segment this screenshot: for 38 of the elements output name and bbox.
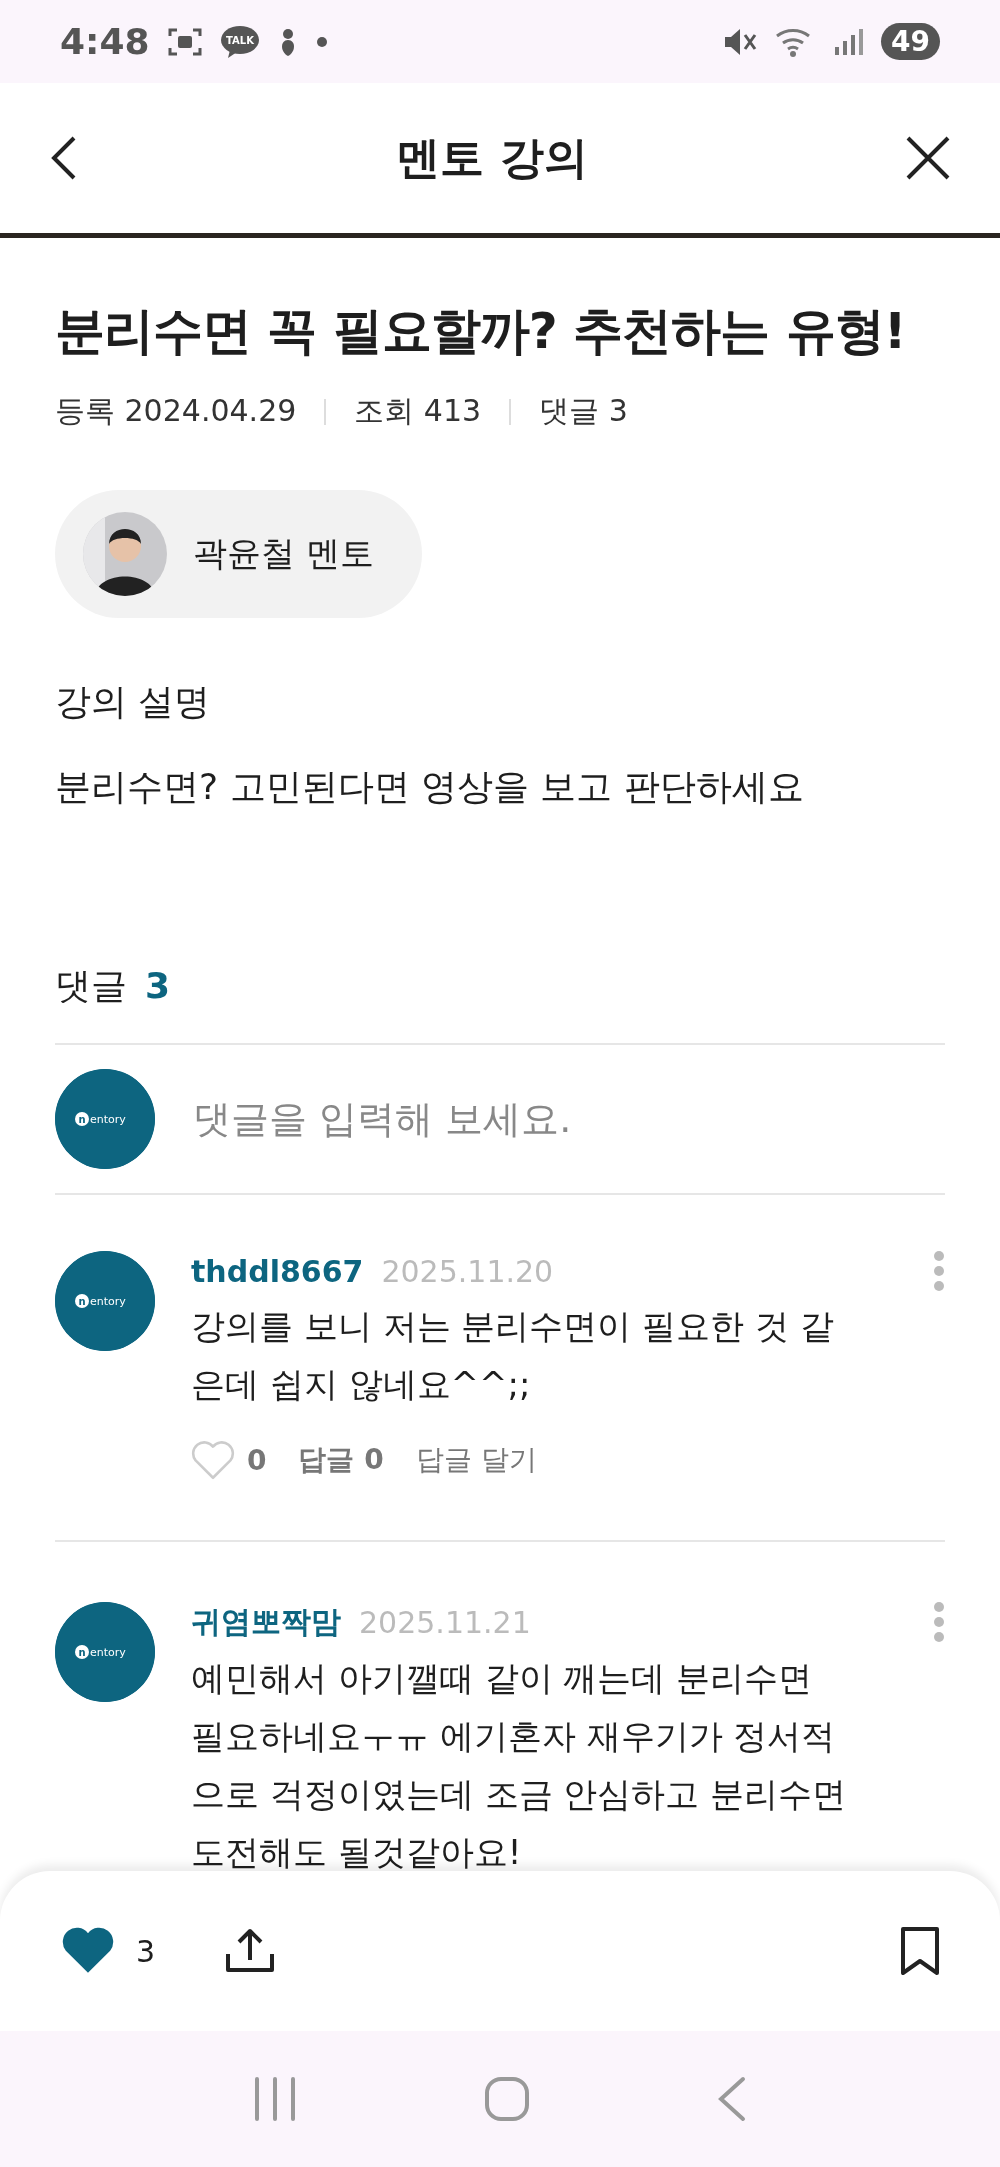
like-count: 0 — [247, 1443, 267, 1477]
status-time: 4:48 — [60, 21, 150, 62]
screenshot-icon — [167, 26, 202, 57]
home-icon[interactable] — [484, 2076, 530, 2122]
lecture-description: 분리수면? 고민된다면 영상을 보고 판단하세요 — [55, 765, 805, 809]
mentory-logo-avatar: n entory — [55, 1601, 155, 1702]
lecture-title: 분리수면 꼭 필요할까? 추천하는 유형! — [55, 301, 907, 362]
lecture-meta: 댓글 3 — [539, 392, 628, 430]
more-icon[interactable] — [933, 1251, 945, 1291]
mentor-chip[interactable]: 곽윤철 멘토 — [55, 490, 422, 618]
recent-apps-icon[interactable] — [253, 2077, 298, 2121]
lecture-meta: 등록 2024.04.29 — [55, 392, 297, 430]
comment-username[interactable]: 귀염뽀짝맘 — [191, 1601, 341, 1643]
comment-date: 2025.11.21 — [359, 1604, 531, 1640]
signal-icon — [833, 26, 864, 57]
more-icon[interactable] — [933, 1602, 945, 1643]
reply-link[interactable]: 답글 달기 — [415, 1441, 537, 1480]
mute-icon — [723, 26, 758, 57]
mentory-logo-avatar: n entory — [55, 1069, 155, 1169]
bookmark-icon[interactable] — [900, 1926, 940, 1976]
dot-icon — [315, 35, 328, 48]
page-title: 멘토 강의 — [396, 130, 588, 185]
comment-username[interactable]: thddl8667 — [191, 1253, 364, 1289]
comment-date: 2025.11.20 — [381, 1253, 554, 1289]
comment-input-field[interactable]: 댓글을 입력해 보세요. — [191, 1096, 945, 1142]
mentory-logo-avatar: n entory — [55, 1251, 155, 1351]
reply-count[interactable]: 답글 0 — [298, 1441, 384, 1480]
section-heading: 강의 설명 — [55, 680, 212, 724]
comment-text: 예민해서 아기깰때 같이 깨는데 분리수면 필요하네요ㅜㅠ 에기혼자 재우기가 정서적으로 걱정이였는데 조금 안심하고 분리수면 도전해도 될것같아요! — [191, 1656, 848, 1871]
close-icon[interactable] — [906, 136, 950, 180]
like-count: 3 — [136, 1933, 156, 1969]
comment-text: 강의를 보니 저는 분리수면이 필요한 것 같은데 쉽지 않네요^^;; — [191, 1305, 835, 1406]
battery-level: 49 — [881, 23, 940, 60]
share-icon[interactable] — [225, 1928, 276, 1974]
comments-count: 3 — [145, 965, 171, 1006]
lecture-meta: 조회 413 — [354, 392, 482, 430]
back-icon[interactable] — [50, 135, 78, 181]
comments-label: 댓글 — [55, 964, 127, 1008]
